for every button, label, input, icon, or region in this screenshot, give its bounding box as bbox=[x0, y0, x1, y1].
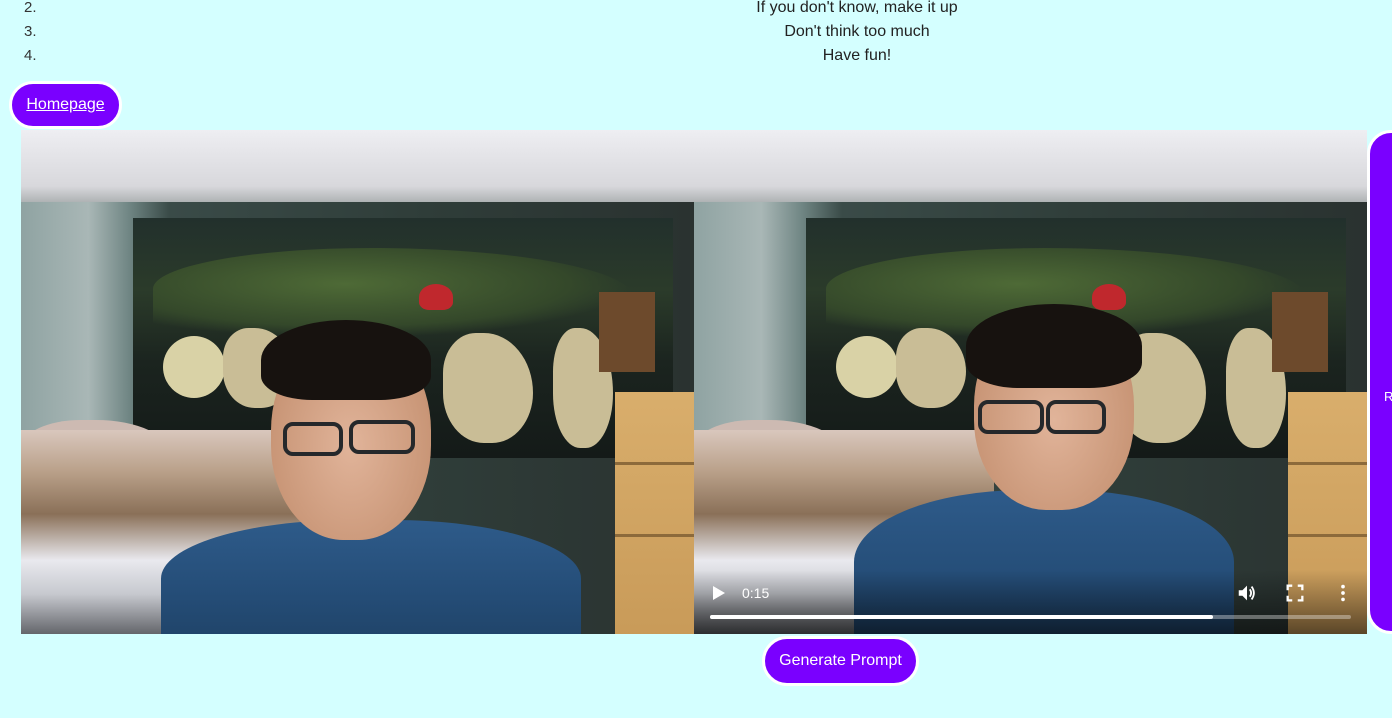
homepage-button[interactable]: Homepage bbox=[9, 81, 122, 129]
rule-text: Don't think too much bbox=[784, 23, 930, 40]
drawer-divider bbox=[615, 534, 694, 537]
homepage-link[interactable]: Homepage bbox=[26, 96, 104, 114]
ceiling bbox=[694, 130, 1367, 210]
rule-text: If you don't know, make it up bbox=[756, 0, 958, 16]
dresser bbox=[615, 392, 694, 634]
rule-item: 3. Don't think too much bbox=[0, 20, 1392, 44]
ceiling bbox=[21, 130, 694, 210]
video-progress-fill bbox=[710, 615, 1214, 619]
generate-prompt-button[interactable]: Generate Prompt bbox=[762, 636, 919, 686]
person-hair bbox=[966, 304, 1142, 388]
side-panel-button[interactable]: R bbox=[1367, 130, 1392, 634]
video-progress-bar[interactable] bbox=[710, 615, 1351, 619]
drawer-divider bbox=[615, 462, 694, 465]
rule-item: 2. If you don't know, make it up bbox=[0, 0, 1392, 20]
camera-scene bbox=[21, 130, 694, 634]
fullscreen-icon[interactable] bbox=[1284, 582, 1306, 604]
rule-item: 4. Have fun! bbox=[0, 44, 1392, 68]
drawer-divider bbox=[1288, 462, 1367, 465]
glasses-left-lens bbox=[978, 400, 1044, 434]
screen-moon bbox=[836, 336, 898, 398]
screen-moon bbox=[163, 336, 225, 398]
rule-number: 2. bbox=[24, 0, 37, 16]
play-icon[interactable] bbox=[708, 583, 728, 603]
wooden-box bbox=[1272, 292, 1328, 372]
volume-icon[interactable] bbox=[1236, 582, 1258, 604]
rule-number: 3. bbox=[24, 23, 37, 40]
live-camera-video bbox=[21, 130, 694, 634]
rule-text: Have fun! bbox=[822, 47, 892, 64]
drawer-divider bbox=[1288, 534, 1367, 537]
video-controls: 0:15 bbox=[694, 570, 1367, 634]
recorded-scene bbox=[694, 130, 1367, 634]
crane-figure bbox=[896, 328, 966, 408]
more-vert-icon[interactable] bbox=[1332, 582, 1354, 604]
glasses-right-lens bbox=[1046, 400, 1106, 434]
screen-hill bbox=[153, 248, 633, 338]
person-hair bbox=[261, 320, 431, 400]
video-time: 0:15 bbox=[742, 585, 770, 601]
glasses-right-lens bbox=[349, 420, 415, 454]
recorded-video[interactable]: 0:15 bbox=[694, 130, 1367, 634]
rules-list: 2. If you don't know, make it up 3. Don'… bbox=[0, 0, 1392, 68]
red-hat bbox=[1092, 284, 1126, 310]
rule-number: 4. bbox=[24, 47, 37, 64]
side-panel-label: R bbox=[1384, 389, 1392, 404]
red-hat bbox=[419, 284, 453, 310]
glasses-left-lens bbox=[283, 422, 343, 456]
page: 2. If you don't know, make it up 3. Don'… bbox=[0, 0, 1392, 718]
wooden-box bbox=[599, 292, 655, 372]
crane-figure bbox=[443, 333, 533, 443]
